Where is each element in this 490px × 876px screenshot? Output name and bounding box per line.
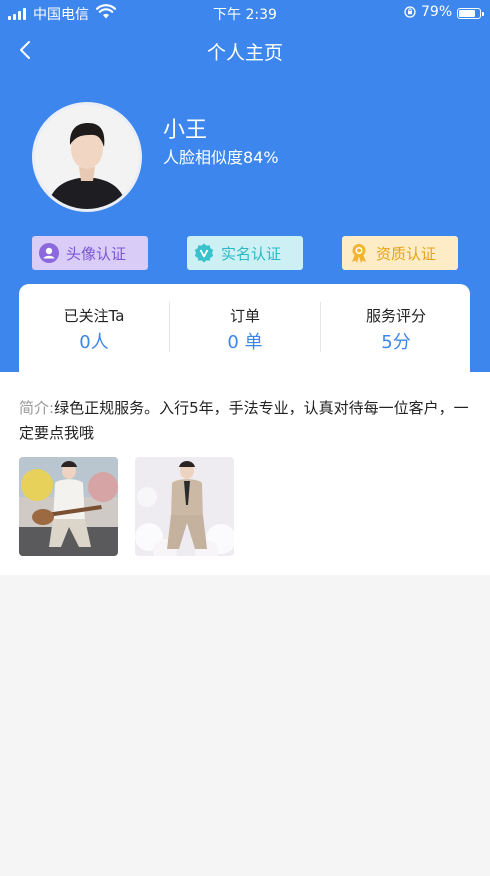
qualification-certification-label: 资质认证	[376, 244, 437, 263]
stats-card: 已关注Ta 0人 订单 0 单 服务评分 5分	[19, 284, 470, 384]
intro-text: 简介:绿色正规服务。入行5年，手法专业，认真对待每一位客户，一定要点我哦	[19, 396, 474, 446]
realname-certification-label: 实名认证	[221, 244, 282, 263]
stat-rating-value: 5分	[381, 332, 411, 353]
stat-following-value: 0人	[79, 332, 109, 353]
award-ribbon-icon	[352, 244, 366, 263]
stat-rating[interactable]: 服务评分 5分	[321, 284, 471, 370]
qualification-certification-badge: 资质认证	[342, 236, 458, 270]
stat-rating-label: 服务评分	[365, 307, 426, 325]
avatar-certification-label: 头像认证	[66, 244, 127, 263]
page-title: 个人主页	[206, 42, 283, 64]
verified-badge-icon	[194, 243, 214, 263]
stat-orders-value: 0 单	[227, 332, 263, 353]
rotation-lock-icon	[404, 6, 416, 18]
gallery-photo[interactable]	[135, 457, 234, 556]
user-circle-icon	[39, 243, 59, 263]
intro-section: 简介:绿色正规服务。入行5年，手法专业，认真对待每一位客户，一定要点我哦	[0, 372, 490, 575]
realname-certification-badge: 实名认证	[187, 236, 303, 270]
status-bar: 中国电信 下午 2:39 79%	[0, 0, 490, 26]
intro-prefix: 简介:	[19, 399, 55, 417]
face-similarity: 人脸相似度84%	[163, 148, 279, 167]
gallery-photo[interactable]	[19, 457, 118, 556]
clock: 下午 2:39	[213, 7, 277, 23]
intro-body: 绿色正规服务。入行5年，手法专业，认真对待每一位客户，一定要点我哦	[19, 399, 469, 442]
avatar[interactable]	[32, 102, 142, 212]
stat-orders-label: 订单	[229, 307, 260, 325]
battery-icon	[457, 8, 484, 19]
profile-name: 小王	[163, 118, 208, 143]
stat-orders[interactable]: 订单 0 单	[170, 284, 320, 370]
stat-following-label: 已关注Ta	[63, 307, 125, 325]
avatar-certification-badge: 头像认证	[32, 236, 148, 270]
stat-following[interactable]: 已关注Ta 0人	[19, 284, 169, 370]
battery-percent: 79%	[421, 4, 453, 20]
